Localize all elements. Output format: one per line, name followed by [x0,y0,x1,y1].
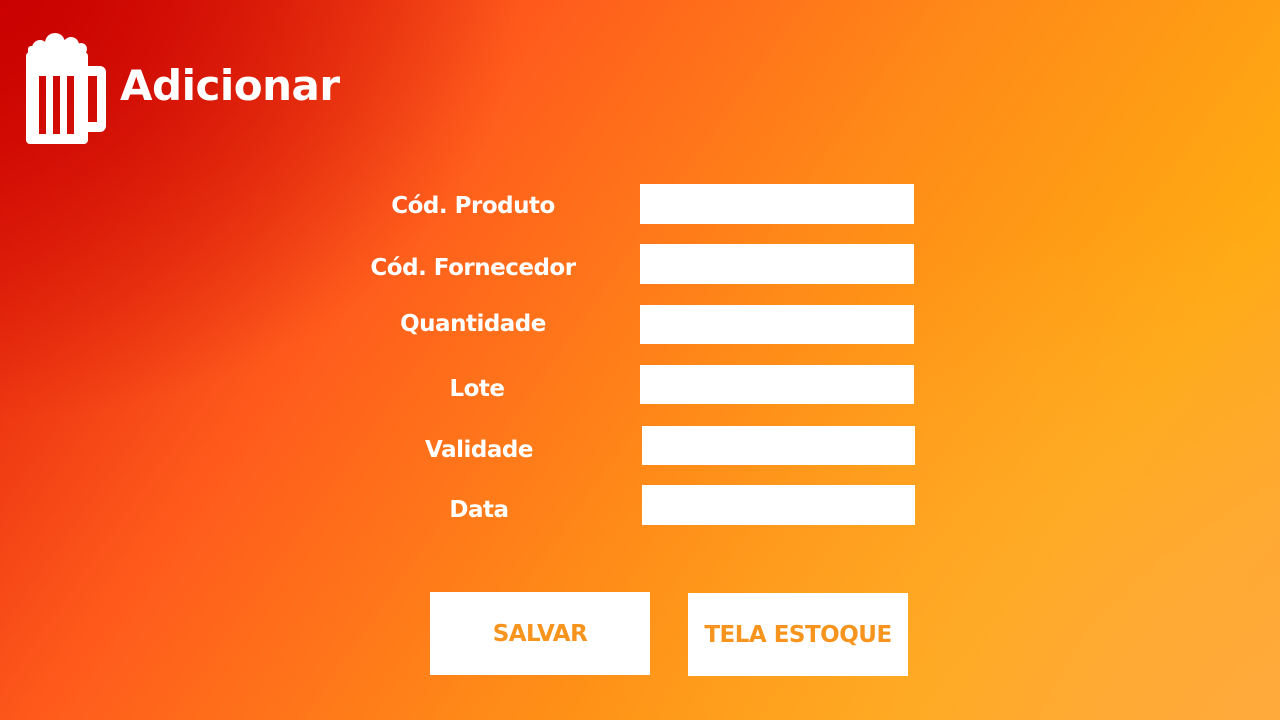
product-code-input[interactable] [640,184,914,224]
supplier-code-input[interactable] [640,244,914,284]
batch-label: Lote [449,376,505,402]
quantity-input[interactable] [640,305,914,344]
save-button[interactable]: SALVAR [430,592,650,675]
expiry-label: Validade [425,437,533,463]
supplier-code-label: Cód. Fornecedor [370,255,576,281]
batch-input[interactable] [640,365,914,404]
date-input[interactable] [642,485,915,525]
beer-mug-icon [26,33,106,144]
page-title: Adicionar [120,60,340,110]
product-code-label: Cód. Produto [391,193,555,219]
quantity-label: Quantidade [400,311,546,337]
expiry-input[interactable] [642,426,915,465]
stock-screen-button[interactable]: TELA ESTOQUE [688,593,908,676]
add-product-screen: Adicionar Cód. Produto Cód. Fornecedor Q… [0,0,1280,720]
header: Adicionar [26,32,340,146]
date-label: Data [449,497,509,523]
